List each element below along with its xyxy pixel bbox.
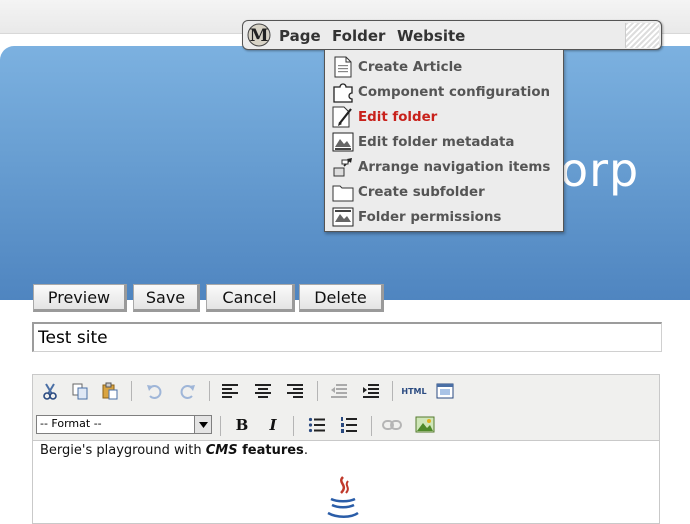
title-input[interactable] <box>32 322 662 352</box>
content-strong: CMS features <box>206 443 304 458</box>
menu-item-arrange-navigation-items[interactable]: Arrange navigation items <box>331 155 561 179</box>
bullet-list-icon[interactable] <box>306 414 328 436</box>
toolbar-separator <box>317 381 318 401</box>
puzzle-icon <box>331 80 355 104</box>
menu-item-label: Folder permissions <box>358 209 502 225</box>
toolbar-separator <box>392 381 393 401</box>
preview-button[interactable]: Preview <box>33 284 127 312</box>
menu-item-label: Create subfolder <box>358 184 485 200</box>
midgard-logo-letter: M <box>250 26 269 46</box>
save-button[interactable]: Save <box>133 284 200 312</box>
undo-icon[interactable] <box>143 380 165 402</box>
align-center-icon[interactable] <box>252 380 274 402</box>
format-select-value: -- Format -- <box>40 417 102 430</box>
document-icon <box>331 55 355 79</box>
menu-website[interactable]: Website <box>397 27 465 45</box>
bold-icon[interactable]: B <box>231 414 253 436</box>
arrange-icon <box>331 155 355 179</box>
menu-item-component-configuration[interactable]: Component configuration <box>331 80 561 104</box>
paste-icon[interactable] <box>99 380 121 402</box>
chevron-down-icon <box>194 416 211 433</box>
menu-item-label: Arrange navigation items <box>358 159 551 175</box>
folder-icon <box>331 180 355 204</box>
site-brand-text: orp <box>560 143 640 197</box>
toolbar-separator <box>131 381 132 401</box>
menu-item-label: Edit folder metadata <box>358 134 515 150</box>
copy-icon[interactable] <box>69 380 91 402</box>
content-suffix: . <box>303 443 308 458</box>
menu-item-edit-folder[interactable]: Edit folder <box>331 105 561 129</box>
cut-icon[interactable] <box>39 380 61 402</box>
redo-icon[interactable] <box>177 380 199 402</box>
toolbar-separator <box>293 416 294 436</box>
menu-item-label: Create Article <box>358 59 463 75</box>
toolbar-separator <box>220 416 221 436</box>
format-select[interactable]: -- Format -- <box>36 415 212 434</box>
rich-text-editor: HTML -- Format -- B I Bergie's playgroun… <box>32 374 660 524</box>
content-text: Bergie's playground with <box>40 443 206 458</box>
image-icon[interactable] <box>414 413 436 435</box>
numbered-list-icon[interactable] <box>338 414 360 436</box>
italic-icon[interactable]: I <box>262 414 284 436</box>
toolbar-separator <box>371 416 372 436</box>
outdent-icon[interactable] <box>328 380 350 402</box>
editor-content[interactable]: Bergie's playground with CMS features. <box>40 443 308 458</box>
edit-document-icon <box>331 105 355 129</box>
java-logo-icon <box>323 475 363 523</box>
image-properties-icon <box>331 130 355 154</box>
menu-item-folder-permissions[interactable]: Folder permissions <box>331 205 561 229</box>
content-emphasis: CMS <box>205 443 238 458</box>
menu-item-edit-folder-metadata[interactable]: Edit folder metadata <box>331 130 561 154</box>
toolbar-separator <box>209 381 210 401</box>
menu-item-label: Component configuration <box>358 84 551 100</box>
html-icon[interactable]: HTML <box>399 380 429 402</box>
align-left-icon[interactable] <box>219 380 241 402</box>
menu-item-label: Edit folder <box>358 109 438 125</box>
folder-dropdown-menu: Create Article Component configuration E… <box>324 50 564 232</box>
editor-toolbar: HTML -- Format -- B I <box>33 375 659 441</box>
align-right-icon[interactable] <box>284 380 306 402</box>
menu-page[interactable]: Page <box>279 27 321 45</box>
delete-button[interactable]: Delete <box>299 284 384 312</box>
cancel-button[interactable]: Cancel <box>206 284 295 312</box>
fullscreen-icon[interactable] <box>434 380 456 402</box>
indent-icon[interactable] <box>360 380 382 402</box>
link-icon[interactable] <box>381 414 403 436</box>
toolbar-drag-handle[interactable] <box>625 23 659 48</box>
menu-item-create-subfolder[interactable]: Create subfolder <box>331 180 561 204</box>
floating-toolbar-menubar[interactable]: M Page Folder Website <box>242 20 662 50</box>
content-strong-text: features <box>237 443 304 458</box>
midgard-logo-icon: M <box>247 23 271 47</box>
permissions-icon <box>331 205 355 229</box>
menu-folder[interactable]: Folder <box>332 27 385 45</box>
menu-item-create-article[interactable]: Create Article <box>331 55 561 79</box>
